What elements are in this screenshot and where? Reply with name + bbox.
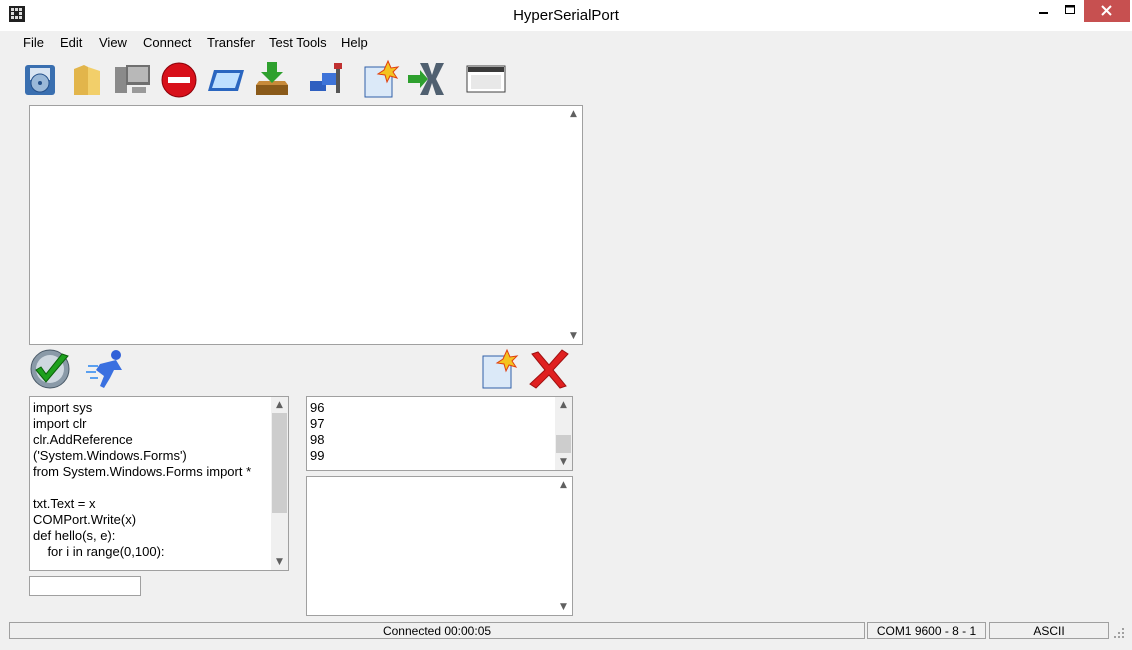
output-line: 97	[310, 416, 325, 431]
script-scrollbar[interactable]: ▲ ▼	[271, 397, 288, 570]
secondary-textarea[interactable]: ▲ ▼	[306, 476, 573, 616]
secondary-scrollbar[interactable]: ▲ ▼	[555, 477, 572, 615]
menu-bar: File Edit View Connect Transfer Test Too…	[0, 31, 1132, 53]
run-check-icon[interactable]	[28, 348, 72, 390]
status-bar: Connected 00:00:05 COM1 9600 - 8 - 1 ASC…	[0, 619, 1132, 650]
minimize-icon	[1039, 12, 1048, 14]
folder-icon[interactable]	[68, 59, 108, 99]
computer-icon[interactable]	[112, 59, 152, 99]
scroll-up-icon[interactable]: ▲	[565, 106, 582, 122]
script-line: ('System.Windows.Forms')	[33, 448, 187, 463]
menu-edit[interactable]: Edit	[60, 35, 82, 50]
scroll-up-icon[interactable]: ▲	[271, 397, 288, 413]
download-icon[interactable]	[252, 59, 292, 99]
maximize-icon	[1065, 5, 1075, 14]
window-title: HyperSerialPort	[513, 7, 619, 24]
status-connection: Connected 00:00:05	[9, 622, 865, 639]
script-line: COMPort.Write(x)	[33, 512, 137, 527]
output-list[interactable]: 96 97 98 99 ▲ ▼	[306, 396, 573, 471]
close-button[interactable]	[1084, 0, 1130, 22]
delete-icon[interactable]	[528, 348, 570, 390]
minimize-button[interactable]	[1030, 0, 1057, 22]
scroll-down-icon[interactable]: ▼	[555, 599, 572, 615]
receive-scrollbar[interactable]: ▲ ▼	[565, 106, 582, 344]
receive-textarea[interactable]: ▲ ▼	[29, 105, 583, 345]
scroll-down-icon[interactable]: ▼	[555, 454, 572, 470]
script-line: def hello(s, e):	[33, 528, 116, 543]
script-code: import sys import clr clr.AddReference ('Sy…	[33, 400, 270, 560]
menu-test-tools[interactable]: Test Tools	[269, 35, 327, 50]
scroll-up-icon[interactable]: ▲	[555, 397, 572, 413]
output-line: 98	[310, 432, 325, 447]
small-input[interactable]	[29, 576, 141, 596]
disk-icon[interactable]	[21, 59, 61, 99]
output-line: 96	[310, 400, 325, 415]
script-line: import clr	[33, 416, 87, 431]
maximize-button[interactable]	[1057, 0, 1084, 22]
menu-view[interactable]: View	[99, 35, 127, 50]
title-bar: HyperSerialPort	[0, 0, 1132, 31]
tools-icon[interactable]	[306, 59, 346, 99]
scroll-down-icon[interactable]: ▼	[565, 328, 582, 344]
hex-icon[interactable]	[406, 59, 446, 99]
stop-icon[interactable]	[159, 59, 199, 99]
runner-icon[interactable]	[86, 348, 130, 390]
script-line: clr.AddReference	[33, 432, 133, 447]
new-document-icon[interactable]	[360, 59, 400, 99]
scroll-up-icon[interactable]: ▲	[555, 477, 572, 493]
terminal-icon[interactable]	[466, 59, 506, 99]
menu-connect[interactable]: Connect	[143, 35, 191, 50]
new-script-icon[interactable]	[479, 348, 521, 390]
resize-grip-icon[interactable]	[1113, 627, 1125, 639]
script-line	[33, 480, 270, 496]
output-values: 96 97 98 99	[310, 400, 554, 464]
close-icon	[1101, 5, 1112, 16]
menu-file[interactable]: File	[23, 35, 44, 50]
script-line: txt.Text = x	[33, 496, 96, 511]
status-port: COM1 9600 - 8 - 1	[867, 622, 986, 639]
menu-transfer[interactable]: Transfer	[207, 35, 255, 50]
status-mode: ASCII	[989, 622, 1109, 639]
menu-help[interactable]: Help	[341, 35, 368, 50]
scroll-down-icon[interactable]: ▼	[271, 554, 288, 570]
script-line: for i in range(0,100):	[33, 544, 165, 559]
window-icon[interactable]	[206, 59, 246, 99]
script-line: import sys	[33, 400, 93, 415]
script-editor[interactable]: import sys import clr clr.AddReference ('Sy…	[29, 396, 289, 571]
toolbar	[0, 54, 1132, 102]
scroll-thumb[interactable]	[556, 435, 571, 453]
scroll-thumb[interactable]	[272, 413, 287, 513]
output-scrollbar[interactable]: ▲ ▼	[555, 397, 572, 470]
output-line: 99	[310, 448, 325, 463]
script-line: from System.Windows.Forms import *	[33, 464, 252, 479]
